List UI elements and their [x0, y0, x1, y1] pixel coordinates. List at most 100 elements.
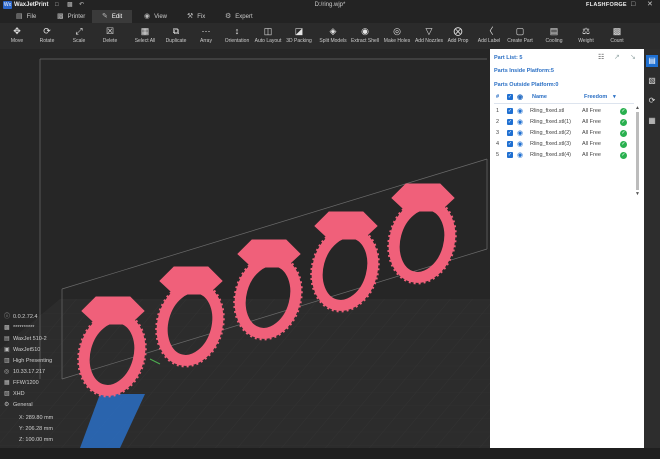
table-row[interactable]: 3 ✓ ◉ Rling_fixed.stl(2) All Free ✓ — [490, 128, 644, 139]
coord-y: Y: 206.28 mm — [19, 426, 53, 432]
info-quality-text: High Presenting — [13, 358, 53, 364]
count-label: Count — [610, 38, 624, 44]
parts-outside: Parts Outside Platform:0 — [494, 82, 559, 88]
info-settings: ⚙ General — [4, 400, 33, 411]
menu-file[interactable]: ▤ File — [16, 10, 50, 23]
delete-button[interactable]: ☒ Delete — [94, 25, 126, 45]
expand-icon[interactable]: ↗ — [614, 53, 620, 61]
row-freedom: All Free — [582, 152, 601, 158]
check-icon: ✓ — [620, 108, 627, 115]
menu-printer[interactable]: ▩ Printer — [57, 10, 91, 23]
info-quality: ▥ High Presenting — [4, 356, 52, 367]
menu-printer-label: Printer — [67, 14, 86, 20]
col-freedom[interactable]: Freedom — [584, 94, 607, 100]
minimize-icon[interactable]: – — [616, 0, 620, 10]
serial-icon: ▩ — [4, 325, 10, 331]
eye-icon[interactable]: ◉ — [517, 107, 523, 115]
row-checkbox[interactable]: ✓ — [507, 141, 513, 147]
info-network: ◎ 10.33.17.217 — [4, 367, 45, 378]
table-row[interactable]: 4 ✓ ◉ Rling_fixed.stl(3) All Free ✓ — [490, 139, 644, 150]
row-checkbox[interactable]: ✓ — [507, 119, 513, 125]
folder-icon: ▤ — [16, 13, 23, 20]
parts-list-icon[interactable]: ▤ — [646, 55, 658, 67]
row-num: 4 — [496, 141, 500, 147]
row-num: 1 — [496, 108, 500, 114]
version-icon: ⓘ — [4, 314, 11, 320]
scroll-thumb[interactable] — [636, 112, 639, 190]
menu-view-label: View — [154, 14, 168, 20]
row-checkbox[interactable]: ✓ — [507, 130, 513, 136]
select-all-icon: ▦ — [140, 26, 150, 36]
menu-edit[interactable]: ✎ Edit — [92, 10, 132, 23]
menu-fix-label: Fix — [197, 14, 206, 20]
count-button[interactable]: ▩ Count — [601, 25, 633, 45]
row-name: Rling_fixed.stl(2) — [530, 130, 571, 136]
row-checkbox[interactable]: ✓ — [507, 108, 513, 114]
table-row[interactable]: 2 ✓ ◉ Rling_fixed.stl(1) All Free ✓ — [490, 117, 644, 128]
table-row[interactable]: 5 ✓ ◉ Rling_fixed.stl(4) All Free ✓ — [490, 150, 644, 161]
delete-icon: ☒ — [105, 26, 115, 36]
menu-fix[interactable]: ⚒ Fix — [187, 10, 217, 23]
row-num: 5 — [496, 152, 500, 158]
select-all-checkbox[interactable]: ✓ — [507, 94, 513, 100]
expert-icon: ⚙ — [225, 13, 232, 20]
eye-icon[interactable]: ◉ — [517, 129, 523, 137]
menu-expert-label: Expert — [235, 14, 253, 20]
shell-icon: ◉ — [361, 26, 369, 36]
close-icon[interactable]: ✕ — [647, 0, 653, 10]
document-title: D:/ring.wjp* — [314, 2, 346, 8]
info-material: ▣ WaxJet510 — [4, 345, 40, 356]
scroll-down-icon[interactable]: ▼ — [635, 191, 640, 197]
menu-edit-label: Edit — [111, 14, 123, 20]
row-freedom: All Free — [582, 108, 601, 114]
maximize-icon[interactable]: □ — [631, 0, 635, 10]
quality-icon: ▥ — [4, 358, 10, 364]
history-icon[interactable]: ⟳ — [646, 95, 658, 107]
parts-inside: Parts Inside Platform:5 — [494, 68, 554, 74]
wrench-icon: ⚒ — [187, 13, 194, 20]
holes-icon: ◎ — [393, 26, 401, 36]
network-icon: ◎ — [4, 369, 10, 375]
count-icon: ▩ — [612, 26, 622, 36]
coord-z: Z: 100.00 mm — [19, 437, 53, 443]
scroll-up-icon[interactable]: ▲ — [635, 105, 640, 111]
report-icon[interactable]: ▦ — [646, 115, 658, 127]
panel-scrollbar[interactable]: ▲ ▼ — [635, 105, 640, 205]
packing-icon: ◪ — [294, 26, 304, 36]
parts-panel: Part List: 5 ☷ ↗ ↘ Parts Inside Platform… — [490, 49, 644, 448]
row-num: 3 — [496, 130, 500, 136]
collapse-icon[interactable]: ↘ — [630, 53, 636, 61]
menu-view[interactable]: ◉ View — [144, 10, 178, 23]
row-freedom: All Free — [582, 141, 601, 147]
clipboard-icon[interactable]: ▧ — [646, 75, 658, 87]
table-row[interactable]: 1 ✓ ◉ Rling_fixed.stl All Free ✓ — [490, 106, 644, 117]
menu-file-label: File — [26, 14, 37, 20]
row-freedom: All Free — [582, 130, 601, 136]
resolution-icon: ▧ — [4, 391, 10, 397]
rotate-icon: ⟳ — [43, 26, 51, 36]
row-freedom: All Free — [582, 119, 601, 125]
info-network-text: 10.33.17.217 — [13, 369, 46, 375]
printer-icon: ▩ — [57, 13, 64, 20]
chevron-down-icon[interactable]: ▾ — [613, 94, 616, 100]
list-view-icon[interactable]: ☷ — [598, 53, 604, 61]
row-num: 2 — [496, 119, 500, 125]
ring-model-5[interactable] — [379, 183, 465, 291]
info-firmware-text: FFW/1200 — [13, 380, 39, 386]
duplicate-icon: ⧉ — [172, 26, 180, 36]
info-material-text: WaxJet510 — [13, 347, 41, 353]
menu-expert[interactable]: ⚙ Expert — [225, 10, 265, 23]
brand-logo: FLASHFORGE — [586, 2, 627, 8]
part-list-count: Part List: 5 — [494, 55, 523, 61]
auto-layout-icon: ◫ — [263, 26, 273, 36]
scale-icon: ⤢ — [75, 26, 83, 36]
eye-icon[interactable]: ◉ — [517, 118, 523, 126]
row-checkbox[interactable]: ✓ — [507, 152, 513, 158]
weight-icon: ⚖ — [581, 26, 591, 36]
label-icon: 〈 — [484, 26, 494, 36]
eye-icon[interactable]: ◉ — [517, 140, 523, 148]
edit-icon: ✎ — [102, 13, 108, 20]
eye-icon[interactable]: ◉ — [517, 151, 523, 159]
info-printer-text: WaxJet 510-2 — [13, 336, 47, 342]
eye-icon: ◉ — [144, 13, 151, 20]
